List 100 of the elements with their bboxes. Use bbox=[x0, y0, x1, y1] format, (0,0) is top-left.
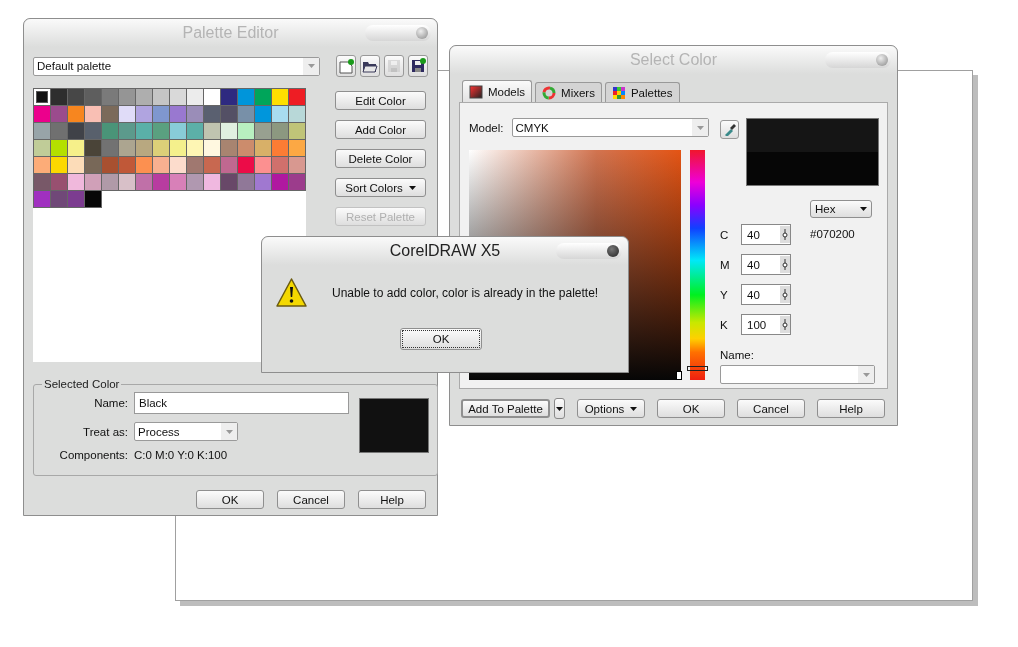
color-swatch[interactable] bbox=[255, 157, 272, 174]
color-swatch[interactable] bbox=[238, 123, 255, 140]
color-swatch[interactable] bbox=[170, 106, 187, 123]
color-swatch[interactable] bbox=[68, 123, 85, 140]
color-swatch[interactable] bbox=[119, 174, 136, 191]
color-swatch[interactable] bbox=[119, 106, 136, 123]
color-swatch[interactable] bbox=[51, 140, 68, 157]
color-swatch[interactable] bbox=[221, 89, 238, 106]
add-to-palette-button[interactable]: Add To Palette bbox=[461, 399, 550, 418]
toolbar-button[interactable] bbox=[408, 55, 428, 77]
toolbar-button[interactable] bbox=[360, 55, 380, 77]
color-swatch[interactable] bbox=[102, 157, 119, 174]
color-swatch[interactable] bbox=[153, 140, 170, 157]
hue-slider-handle[interactable] bbox=[687, 365, 708, 371]
color-swatch[interactable] bbox=[136, 140, 153, 157]
color-swatch[interactable] bbox=[289, 140, 306, 157]
color-swatch[interactable] bbox=[272, 157, 289, 174]
color-swatch[interactable] bbox=[289, 174, 306, 191]
color-swatch[interactable] bbox=[255, 106, 272, 123]
color-swatch[interactable] bbox=[221, 123, 238, 140]
color-swatch[interactable] bbox=[102, 106, 119, 123]
color-swatch[interactable] bbox=[68, 191, 85, 208]
color-swatch[interactable] bbox=[68, 157, 85, 174]
color-swatch[interactable] bbox=[255, 123, 272, 140]
dialog-button[interactable]: Cancel bbox=[277, 490, 345, 509]
color-swatch[interactable] bbox=[68, 174, 85, 191]
color-swatch[interactable] bbox=[238, 106, 255, 123]
color-swatch[interactable] bbox=[238, 174, 255, 191]
color-swatch[interactable] bbox=[153, 157, 170, 174]
color-swatch[interactable] bbox=[170, 174, 187, 191]
color-swatch[interactable] bbox=[187, 140, 204, 157]
color-swatch[interactable] bbox=[102, 140, 119, 157]
ok-button[interactable]: OK bbox=[400, 328, 482, 350]
color-swatch[interactable] bbox=[204, 123, 221, 140]
color-swatch[interactable] bbox=[238, 140, 255, 157]
color-swatch[interactable] bbox=[272, 140, 289, 157]
tab[interactable]: Models bbox=[462, 80, 533, 102]
color-swatch[interactable] bbox=[289, 157, 306, 174]
color-swatch[interactable] bbox=[204, 89, 221, 106]
color-swatch[interactable] bbox=[136, 123, 153, 140]
color-picker-handle[interactable] bbox=[676, 371, 682, 380]
color-swatch[interactable] bbox=[51, 106, 68, 123]
color-swatch[interactable] bbox=[85, 106, 102, 123]
color-swatch[interactable] bbox=[34, 140, 51, 157]
color-swatch[interactable] bbox=[153, 106, 170, 123]
color-swatch[interactable] bbox=[170, 140, 187, 157]
color-swatch[interactable] bbox=[272, 174, 289, 191]
color-swatch[interactable] bbox=[170, 89, 187, 106]
color-swatch[interactable] bbox=[119, 140, 136, 157]
color-swatch[interactable] bbox=[272, 89, 289, 106]
component-field[interactable]: 40 bbox=[741, 284, 791, 305]
color-swatch[interactable] bbox=[119, 89, 136, 106]
color-swatch[interactable] bbox=[85, 157, 102, 174]
color-swatch[interactable] bbox=[85, 123, 102, 140]
color-swatch[interactable] bbox=[51, 89, 68, 106]
dialog-button[interactable]: OK bbox=[657, 399, 725, 418]
color-swatch[interactable] bbox=[85, 191, 102, 208]
color-swatch[interactable] bbox=[170, 157, 187, 174]
dropdown-arrow-button[interactable] bbox=[554, 398, 565, 419]
color-swatch[interactable] bbox=[136, 106, 153, 123]
color-swatch[interactable] bbox=[68, 106, 85, 123]
color-swatch[interactable] bbox=[255, 140, 272, 157]
component-field[interactable]: 40 bbox=[741, 254, 791, 275]
color-swatch[interactable] bbox=[34, 174, 51, 191]
color-swatch[interactable] bbox=[272, 123, 289, 140]
color-swatch[interactable] bbox=[204, 106, 221, 123]
color-swatch[interactable] bbox=[221, 157, 238, 174]
color-swatch[interactable] bbox=[51, 191, 68, 208]
window-control-button[interactable] bbox=[556, 243, 622, 259]
color-swatch[interactable] bbox=[102, 89, 119, 106]
color-swatch[interactable] bbox=[204, 174, 221, 191]
color-swatch[interactable] bbox=[136, 157, 153, 174]
color-swatch[interactable] bbox=[289, 89, 306, 106]
color-swatch[interactable] bbox=[85, 140, 102, 157]
color-swatch[interactable] bbox=[85, 174, 102, 191]
color-swatch[interactable] bbox=[119, 157, 136, 174]
eyedropper-button[interactable] bbox=[720, 120, 739, 139]
color-swatch[interactable] bbox=[221, 140, 238, 157]
dialog-button[interactable]: Cancel bbox=[737, 399, 805, 418]
palette-button[interactable]: Sort Colors bbox=[335, 178, 426, 197]
color-swatch[interactable] bbox=[187, 123, 204, 140]
color-swatch[interactable] bbox=[34, 123, 51, 140]
format-dropdown[interactable]: Hex bbox=[810, 200, 872, 218]
options-button[interactable]: Options bbox=[577, 399, 645, 418]
color-swatch[interactable] bbox=[187, 174, 204, 191]
color-swatch[interactable] bbox=[68, 89, 85, 106]
color-swatch[interactable] bbox=[34, 157, 51, 174]
color-swatch[interactable] bbox=[51, 123, 68, 140]
treat-as-dropdown[interactable]: Process bbox=[134, 422, 238, 441]
tab[interactable]: Mixers bbox=[535, 82, 602, 102]
color-swatch[interactable] bbox=[289, 106, 306, 123]
tab[interactable]: Palettes bbox=[604, 82, 680, 102]
color-swatch[interactable] bbox=[204, 140, 221, 157]
palette-button[interactable]: Delete Color bbox=[335, 149, 426, 168]
component-field[interactable]: 40 bbox=[741, 224, 791, 245]
hue-slider[interactable] bbox=[690, 150, 705, 380]
color-swatch[interactable] bbox=[51, 157, 68, 174]
color-swatch[interactable] bbox=[119, 123, 136, 140]
color-swatch[interactable] bbox=[221, 106, 238, 123]
component-field[interactable]: 100 bbox=[741, 314, 791, 335]
